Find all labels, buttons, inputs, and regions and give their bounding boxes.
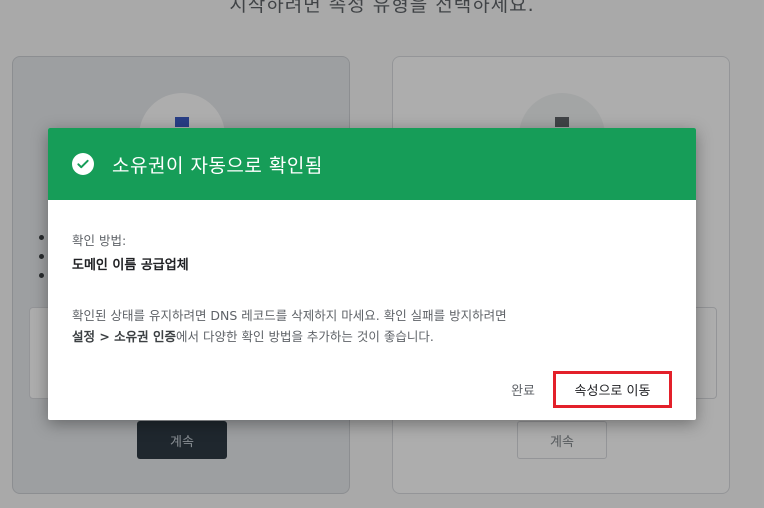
verification-method-value: 도메인 이름 공급업체: [72, 258, 189, 273]
description-line-1: 확인된 상태를 유지하려면 DNS 레코드를 삭제하지 마세요. 확인 실패를 …: [72, 308, 507, 323]
dialog-body: 확인 방법: 도메인 이름 공급업체 확인된 상태를 유지하려면 DNS 레코드…: [48, 200, 696, 347]
settings-path-text: 설정 > 소유권 인증: [72, 329, 177, 344]
check-circle-icon: [72, 153, 94, 175]
ownership-verified-dialog: 소유권이 자동으로 확인됨 확인 방법: 도메인 이름 공급업체 확인된 상태를…: [48, 128, 696, 420]
dialog-actions: 완료 속성으로 이동: [501, 371, 672, 408]
description-line-2-rest: 에서 다양한 확인 방법을 추가하는 것이 좋습니다.: [176, 329, 434, 344]
go-to-property-button[interactable]: 속성으로 이동: [553, 371, 672, 408]
verification-method-label: 확인 방법:: [72, 233, 127, 248]
dialog-title: 소유권이 자동으로 확인됨: [112, 154, 323, 177]
description-line-2: 설정 > 소유권 인증에서 다양한 확인 방법을 추가하는 것이 좋습니다.: [72, 326, 672, 347]
done-button[interactable]: 완료: [501, 372, 545, 407]
dialog-description: 확인된 상태를 유지하려면 DNS 레코드를 삭제하지 마세요. 확인 실패를 …: [72, 305, 672, 347]
dialog-header: 소유권이 자동으로 확인됨: [48, 128, 696, 200]
